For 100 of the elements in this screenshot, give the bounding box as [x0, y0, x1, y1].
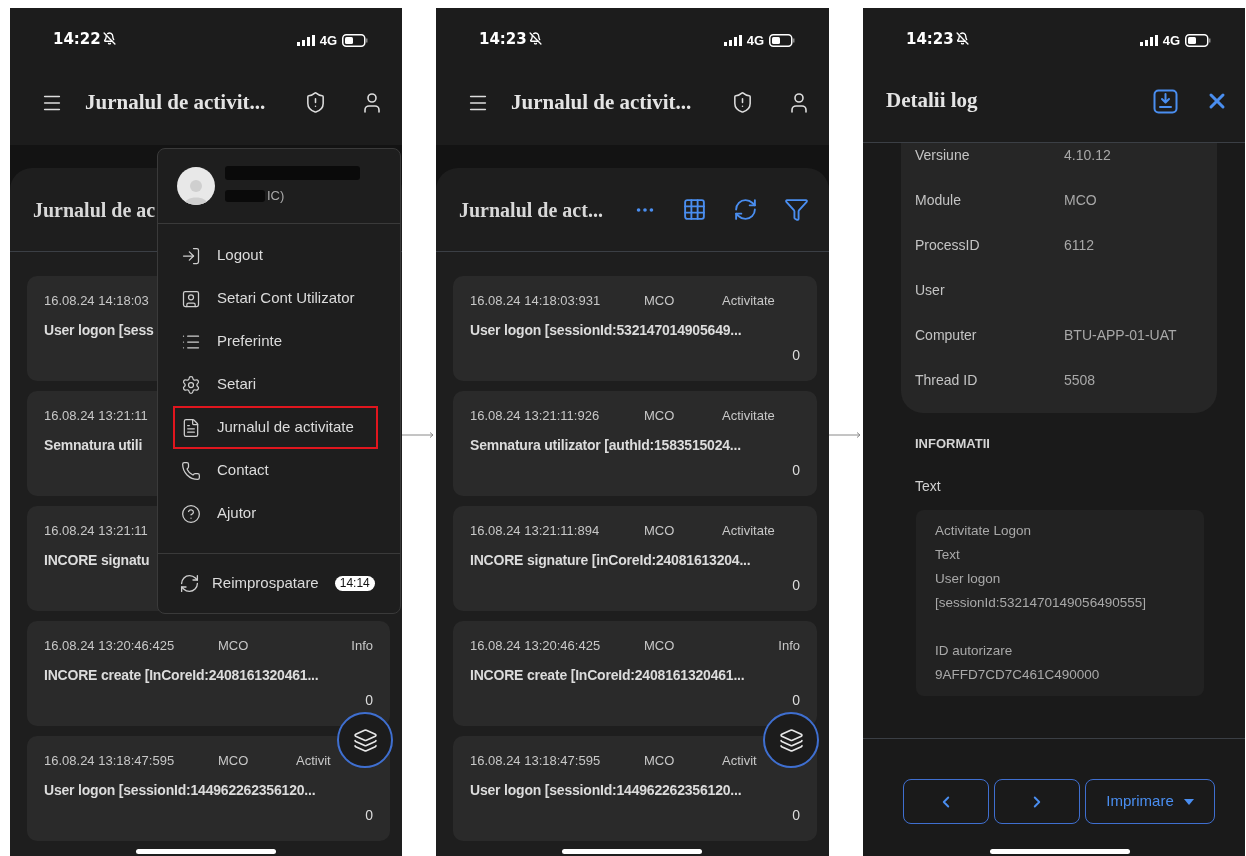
filter-icon[interactable]	[784, 197, 809, 222]
log-message: INCORE create [InCoreId:2408161320461...	[44, 665, 319, 685]
menu-item[interactable]: Setari Cont Utilizator	[173, 277, 378, 320]
log-timestamp: 16.08.24 13:21:11	[44, 523, 148, 539]
log-count: 0	[792, 461, 800, 480]
header-title: Detalii log	[886, 87, 978, 115]
log-message: INCORE signature [inCoreId:24081613204...	[470, 550, 751, 570]
log-message: Semnatura utili	[44, 435, 143, 455]
log-count: 0	[792, 691, 800, 710]
log-card[interactable]: 16.08.24 13:18:47:595 MCO Activit User logon [sessionId:144962262356120... 0	[27, 736, 390, 841]
caret-icon	[1183, 798, 1194, 805]
shield-alert-icon[interactable]	[731, 91, 754, 114]
battery-icon	[1185, 33, 1211, 47]
text-line: [sessionId:5321470149056490555]	[935, 593, 1147, 612]
property-label: User	[915, 281, 946, 300]
log-timestamp: 16.08.24 13:18:47:595	[470, 753, 601, 769]
section-title: INFORMATII	[915, 435, 991, 453]
property-value: 5508	[1064, 371, 1096, 390]
help-icon	[181, 503, 201, 524]
property-value: 6112	[1064, 236, 1095, 255]
property-label: Thread ID	[915, 371, 979, 390]
log-card[interactable]: 16.08.24 13:18:47:595 MCO Activit User logon [sessionId:144962262356120... 0	[453, 736, 817, 841]
log-module: MCO	[218, 753, 249, 769]
log-type: Info	[778, 637, 800, 656]
field-label: Text	[915, 476, 942, 496]
property-label: Module	[915, 191, 962, 210]
log-message: INCORE create [InCoreId:2408161320461...	[470, 665, 745, 685]
layers-icon	[352, 727, 378, 753]
log-module: MCO	[644, 293, 675, 309]
property-label: Versiune	[915, 146, 971, 165]
panel-title: Jurnalul de ac	[33, 197, 156, 223]
log-count: 0	[792, 806, 800, 825]
print-dropdown-button[interactable]: Imprimare	[1085, 779, 1215, 824]
bell-off-icon	[955, 32, 969, 46]
status-time: 14:23	[479, 28, 527, 50]
log-message: User logon [sessionId:532147014905649...	[470, 320, 742, 340]
next-button[interactable]	[994, 779, 1080, 824]
log-timestamp: 16.08.24 13:20:46:425	[470, 638, 601, 654]
document-icon	[181, 417, 201, 438]
refresh-icon	[179, 573, 200, 594]
settings-icon	[181, 374, 201, 395]
time-badge: 14:14	[334, 576, 375, 591]
download-icon[interactable]	[1153, 88, 1178, 114]
log-timestamp: 16.08.24 14:18:03	[44, 293, 149, 309]
log-type: Activit	[722, 752, 757, 771]
log-timestamp: 16.08.24 13:21:11:894	[470, 523, 600, 539]
signal-icon	[1139, 34, 1158, 46]
menu-item[interactable]: Ajutor	[173, 492, 378, 535]
menu-item[interactable]: Logout	[173, 234, 378, 277]
property-value: MCO	[1064, 191, 1097, 210]
menu-item[interactable]: Setari	[173, 363, 378, 406]
bell-off-icon	[528, 32, 542, 46]
log-timestamp: 16.08.24 13:21:11:926	[470, 408, 600, 424]
log-card[interactable]: 16.08.24 13:21:11:926 MCO Activitate Semnatura utilizator [authId:1583515024... 0	[453, 391, 817, 496]
network-label: 4G	[1162, 31, 1180, 50]
arrow-connector	[829, 431, 863, 439]
menu-item[interactable]: Jurnalul de activitate	[173, 406, 378, 449]
previous-button[interactable]	[903, 779, 989, 824]
grid-icon[interactable]	[682, 197, 707, 222]
log-timestamp: 16.08.24 13:20:46:425	[44, 638, 175, 654]
property-value: BTU-APP-01-UAT	[1064, 326, 1177, 345]
log-card[interactable]: 16.08.24 13:21:11:894 MCO Activitate INCORE signature [inCoreId:24081613204... 0	[453, 506, 817, 611]
log-card[interactable]: 16.08.24 13:20:46:425 MCO Info INCORE create [InCoreId:2408161320461... 0	[27, 621, 390, 726]
panel-title: Jurnalul de act...	[459, 197, 603, 223]
log-count: 0	[365, 806, 373, 825]
layers-icon	[778, 727, 804, 753]
account-id: IC)	[267, 187, 285, 206]
menu-item[interactable]: Preferinte	[173, 320, 378, 363]
refresh-label[interactable]: Reimprospatare	[212, 572, 319, 595]
battery-icon	[769, 33, 795, 47]
log-timestamp: 16.08.24 13:21:11	[44, 408, 148, 424]
shield-alert-icon[interactable]	[304, 91, 327, 114]
log-timestamp: 16.08.24 13:18:47:595	[44, 753, 175, 769]
log-count: 0	[792, 346, 800, 365]
network-label: 4G	[319, 31, 337, 50]
text-line: User logon	[935, 569, 1002, 588]
log-module: MCO	[644, 408, 675, 424]
phone-icon	[181, 460, 201, 481]
log-message: INCORE signatu	[44, 550, 150, 570]
network-label: 4G	[746, 31, 764, 50]
signal-icon	[296, 34, 315, 46]
header-title: Jurnalul de activit...	[511, 88, 692, 116]
property-value: 4.10.12	[1064, 146, 1111, 165]
text-line: ID autorizare	[935, 641, 1014, 660]
refresh-icon[interactable]	[733, 197, 758, 222]
log-card[interactable]: 16.08.24 13:20:46:425 MCO Info INCORE create [InCoreId:2408161320461... 0	[453, 621, 817, 726]
log-type: Activit	[296, 752, 331, 771]
property-label: ProcessID	[915, 236, 981, 255]
header-title: Jurnalul de activit...	[85, 88, 266, 116]
log-type: Activitate	[722, 292, 775, 311]
status-time: 14:22	[53, 28, 101, 50]
log-card[interactable]: 16.08.24 14:18:03:931 MCO Activitate User logon [sessionId:532147014905649... 0	[453, 276, 817, 381]
avatar	[177, 167, 215, 205]
menu-item[interactable]: Contact	[173, 449, 378, 492]
log-module: MCO	[644, 523, 675, 539]
log-count: 0	[792, 576, 800, 595]
log-module: MCO	[644, 638, 675, 654]
log-module: MCO	[218, 638, 249, 654]
log-message: User logon [sessionId:144962262356120...	[44, 780, 316, 800]
log-type: Info	[351, 637, 373, 656]
